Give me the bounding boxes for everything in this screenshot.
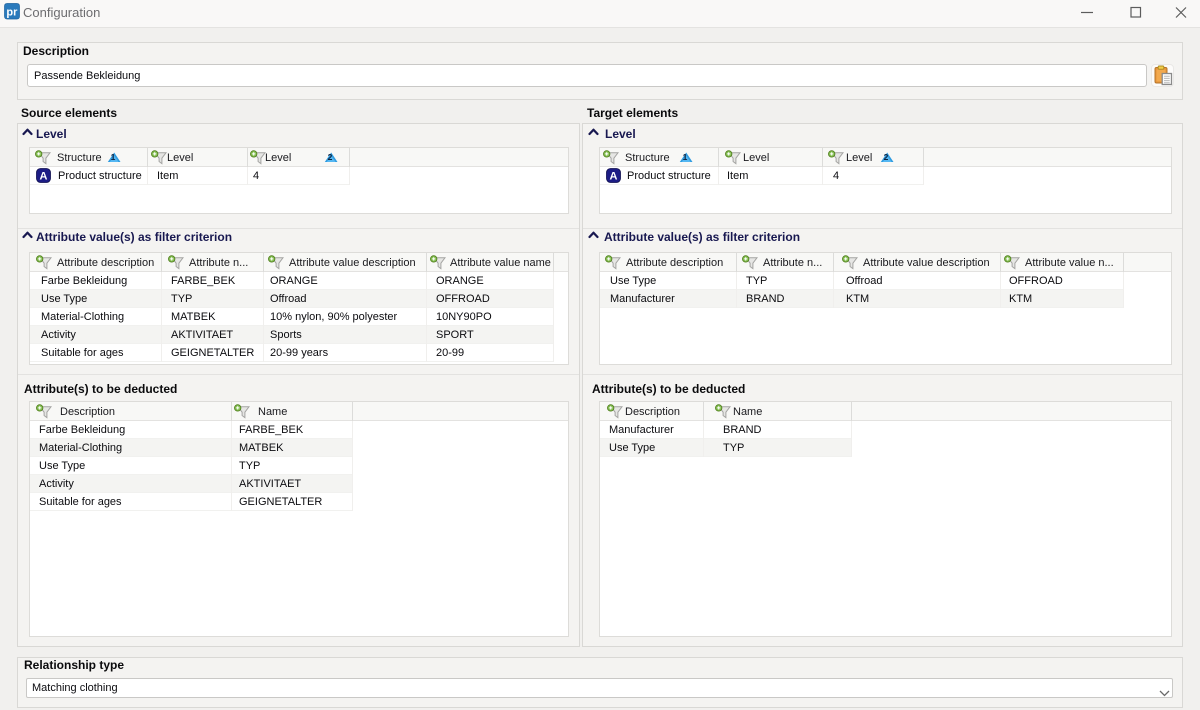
- svg-text:1: 1: [111, 152, 116, 162]
- svg-text:2: 2: [328, 152, 333, 162]
- svg-text:pr: pr: [6, 6, 18, 18]
- svg-text:1: 1: [683, 152, 688, 162]
- svg-text:A: A: [610, 170, 618, 182]
- svg-text:A: A: [40, 170, 48, 182]
- svg-text:2: 2: [884, 152, 889, 162]
